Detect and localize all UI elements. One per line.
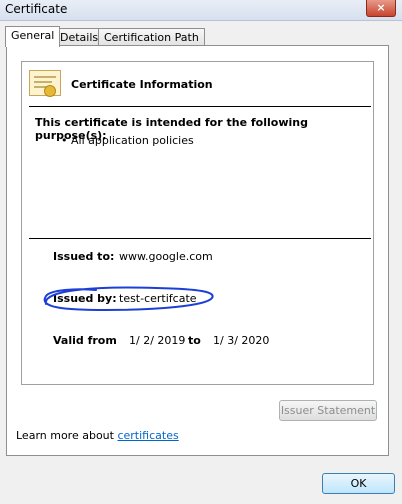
learn-more-prefix: Learn more about	[16, 429, 118, 442]
divider	[29, 238, 371, 239]
valid-to-value: 1/ 3/ 2020	[213, 334, 270, 347]
window-title: Certificate	[5, 2, 68, 16]
purpose-item-text: All application policies	[71, 134, 194, 147]
valid-to-label: to	[188, 334, 201, 347]
divider	[29, 106, 371, 107]
purpose-list-item: • All application policies	[61, 134, 194, 147]
ok-button[interactable]: OK	[322, 473, 395, 494]
issuer-statement-button[interactable]: Issuer Statement	[279, 400, 377, 421]
tab-details[interactable]: Details	[54, 28, 105, 45]
hand-drawn-circle-annotation	[43, 286, 214, 312]
title-bar: Certificate ×	[0, 0, 402, 21]
tab-general[interactable]: General	[5, 26, 61, 47]
valid-from-value: 1/ 2/ 2019	[129, 334, 186, 347]
valid-from-label: Valid from	[53, 334, 117, 347]
certificate-info-heading: Certificate Information	[71, 78, 213, 91]
certificate-information-box: Certificate Information This certificate…	[21, 61, 374, 385]
close-icon: ×	[376, 1, 386, 14]
certificate-icon	[29, 70, 61, 97]
close-button[interactable]: ×	[366, 0, 396, 17]
tab-strip: General Details Certification Path	[0, 26, 402, 47]
general-tab-panel: Certificate Information This certificate…	[6, 45, 389, 456]
issued-to-label: Issued to:	[53, 250, 115, 263]
learn-more-text: Learn more about certificates	[16, 429, 179, 442]
issued-to-value: www.google.com	[119, 250, 213, 263]
tab-certification-path[interactable]: Certification Path	[98, 28, 205, 45]
certificates-link[interactable]: certificates	[117, 429, 178, 442]
